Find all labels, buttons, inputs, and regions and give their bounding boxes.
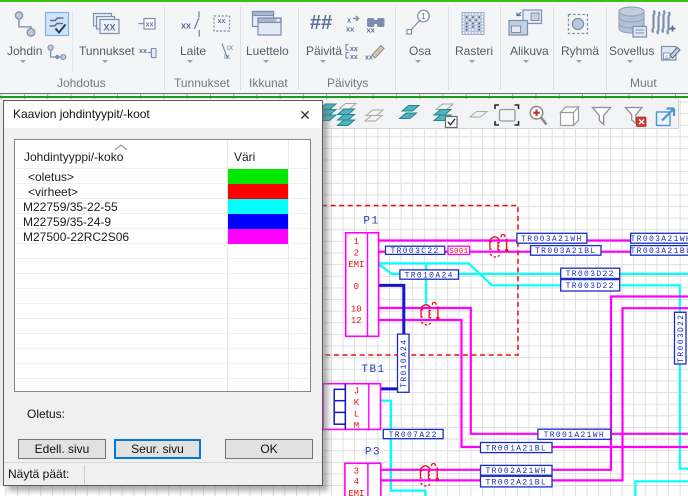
svg-text:TR003D22: TR003D22 — [677, 314, 686, 363]
svg-text:TR003A21WH: TR003A21WH — [631, 235, 688, 244]
svg-text:xx: xx — [139, 48, 147, 55]
svg-text:1: 1 — [421, 12, 426, 21]
svg-text:xx: xx — [350, 46, 358, 53]
svg-text:0: 0 — [354, 282, 359, 292]
svg-text:EMI: EMI — [348, 489, 364, 496]
svg-text:xx: xx — [365, 55, 373, 62]
svg-text:TR003A21BL: TR003A21BL — [535, 247, 597, 256]
svg-text:4: 4 — [354, 477, 359, 487]
svg-text:10: 10 — [351, 305, 362, 315]
svg-text:1: 1 — [354, 237, 359, 247]
svg-text:TR010A24: TR010A24 — [405, 271, 454, 280]
svg-text:TR002A21WH: TR002A21WH — [485, 467, 547, 476]
svg-text:TR001A21WH: TR001A21WH — [544, 431, 606, 440]
svg-text:xx: xx — [181, 21, 191, 31]
svg-text:P3: P3 — [365, 447, 381, 459]
svg-text:3: 3 — [354, 466, 359, 476]
svg-text:TR007A22: TR007A22 — [389, 431, 438, 440]
svg-text:TR001A21BL: TR001A21BL — [485, 444, 547, 453]
svg-text:S001: S001 — [449, 248, 468, 256]
svg-text:M: M — [354, 421, 359, 431]
svg-text:J: J — [354, 387, 359, 397]
svg-text:TR003D22: TR003D22 — [566, 282, 615, 291]
svg-text:IX: IX — [227, 45, 234, 52]
svg-text:TB1: TB1 — [361, 364, 385, 376]
svg-text:P1: P1 — [363, 216, 379, 228]
svg-text:K: K — [354, 398, 360, 408]
svg-text:xx: xx — [146, 22, 154, 29]
svg-text:x: x — [347, 16, 352, 25]
svg-text:TR003A21WH: TR003A21WH — [521, 235, 583, 244]
svg-text:TR003D22: TR003D22 — [566, 270, 615, 279]
svg-text:xx: xx — [218, 18, 226, 25]
svg-text:xx: xx — [367, 26, 376, 35]
svg-text:XX: XX — [103, 23, 115, 33]
svg-text:xx: xx — [350, 54, 358, 61]
svg-text:s: s — [665, 55, 668, 61]
svg-text:TR003C22: TR003C22 — [390, 247, 439, 256]
svg-text:TR003A21BL: TR003A21BL — [631, 247, 688, 256]
svg-text:TR010A24: TR010A24 — [400, 339, 409, 388]
svg-text:2: 2 — [354, 249, 359, 259]
svg-text:EMI: EMI — [348, 260, 364, 270]
svg-text:xx: xx — [346, 25, 355, 34]
svg-text:IX: IX — [224, 54, 231, 61]
svg-text:L: L — [354, 410, 359, 420]
svg-text:##: ## — [310, 12, 332, 34]
svg-text:12: 12 — [351, 316, 362, 326]
svg-text:TR002A21BL: TR002A21BL — [485, 478, 547, 487]
